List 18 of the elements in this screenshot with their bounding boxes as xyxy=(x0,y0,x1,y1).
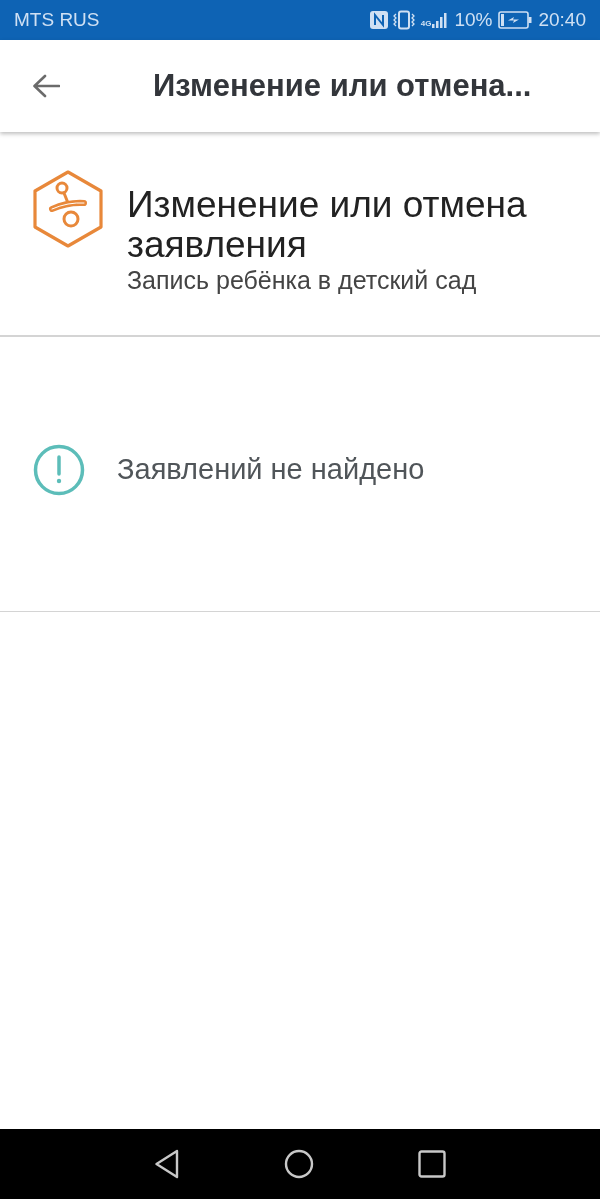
nfc-icon xyxy=(368,10,389,30)
service-subtitle: Запись ребёнка в детский сад xyxy=(127,265,478,295)
service-title: Изменение или отмена заявления xyxy=(127,185,528,265)
carrier-name: MTS RUS xyxy=(14,9,100,31)
empty-message: Заявлений не найдено xyxy=(117,453,425,486)
back-arrow-icon xyxy=(32,74,60,98)
battery-percent: 10% xyxy=(454,9,493,31)
network-type-label: 4G xyxy=(420,19,432,28)
screen-title: Изменение или отмена... xyxy=(153,68,532,104)
back-icon[interactable] xyxy=(154,1149,180,1179)
signal-icon xyxy=(432,12,449,28)
square-icon[interactable] xyxy=(418,1150,446,1178)
exclamation-icon xyxy=(33,443,85,496)
back-button[interactable] xyxy=(32,74,60,98)
clock-time: 20:40 xyxy=(538,9,586,31)
vibrate-icon xyxy=(392,10,415,30)
pacifier-icon xyxy=(32,170,104,248)
home-icon[interactable] xyxy=(284,1149,314,1179)
